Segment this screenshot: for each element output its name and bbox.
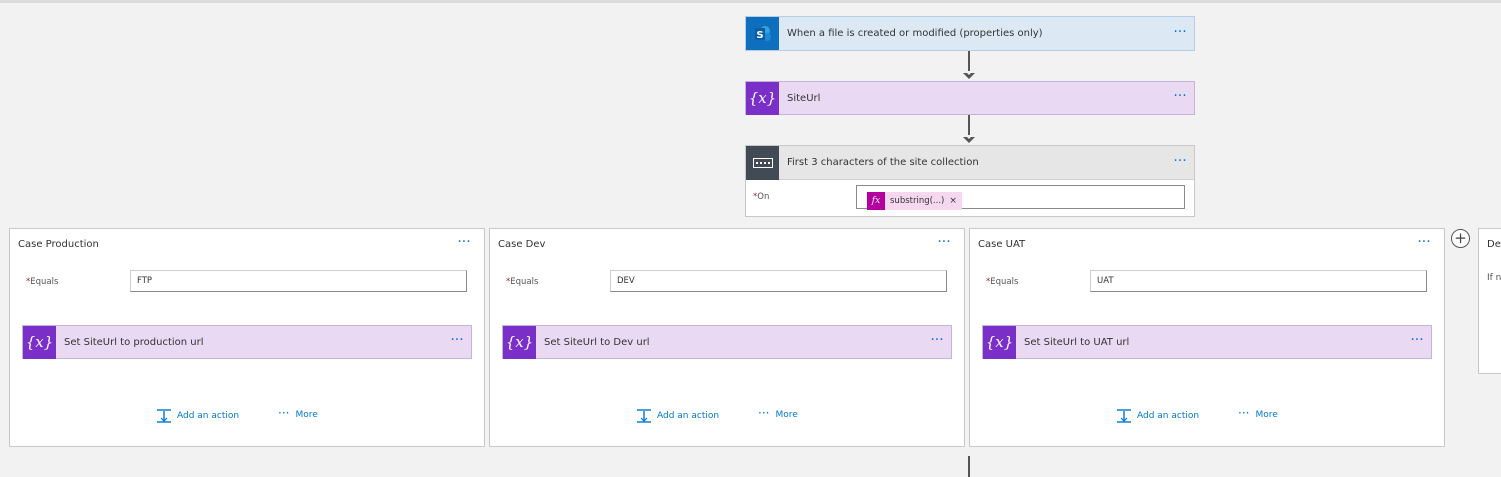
- variable-icon: {x}: [746, 81, 779, 115]
- default-case-title: Def: [1487, 239, 1501, 250]
- equals-label: *Equals: [986, 277, 1018, 287]
- on-label-text: On: [757, 192, 770, 202]
- more-label: More: [775, 409, 798, 420]
- more-label: More: [1255, 409, 1278, 420]
- add-action-button[interactable]: Add an action: [636, 409, 719, 423]
- add-action-label: Add an action: [657, 411, 720, 421]
- more-label: More: [295, 409, 318, 420]
- siteurl-card[interactable]: {x} SiteUrl ···: [745, 81, 1195, 115]
- variable-icon: {x}: [23, 325, 56, 359]
- equals-label-text: Equals: [30, 277, 59, 287]
- variable-symbol: {x}: [985, 333, 1014, 351]
- set-variable-action[interactable]: {x} Set SiteUrl to Dev url ···: [502, 325, 952, 359]
- case-title: Case UAT: [978, 239, 1026, 250]
- add-action-icon: [157, 409, 171, 423]
- variable-symbol: {x}: [505, 333, 534, 351]
- add-action-label: Add an action: [1137, 411, 1200, 421]
- default-case-card[interactable]: Def If n: [1478, 228, 1501, 374]
- siteurl-title: SiteUrl: [787, 92, 821, 104]
- switch-header: First 3 characters of the site collectio…: [746, 145, 1194, 180]
- trigger-card[interactable]: S When a file is created or modified (pr…: [745, 16, 1195, 51]
- svg-text:S: S: [756, 30, 763, 41]
- action-more-button[interactable]: ···: [923, 333, 951, 349]
- set-variable-action[interactable]: {x} Set SiteUrl to production url ···: [22, 325, 472, 359]
- variable-icon: {x}: [503, 325, 536, 359]
- switch-more-button[interactable]: ···: [1166, 154, 1194, 170]
- switch-icon: [746, 145, 779, 180]
- action-more-button[interactable]: ···: [443, 333, 471, 349]
- more-button[interactable]: ··· More: [758, 406, 798, 420]
- switch-card[interactable]: First 3 characters of the site collectio…: [745, 145, 1195, 217]
- variable-symbol: {x}: [748, 89, 777, 107]
- set-variable-action[interactable]: {x} Set SiteUrl to UAT url ···: [982, 325, 1432, 359]
- add-action-icon: [1117, 409, 1131, 423]
- connector-arrowhead: [963, 71, 975, 79]
- top-border: [0, 0, 1501, 3]
- expression-token[interactable]: fx substring(...) ×: [867, 192, 962, 210]
- case-title: Case Production: [18, 239, 99, 250]
- equals-label: *Equals: [506, 277, 538, 287]
- case-more-button[interactable]: ···: [930, 235, 958, 251]
- bottom-connector-line: [968, 456, 970, 477]
- case-uat-card[interactable]: Case UAT ··· *Equals UAT {x} Set SiteUrl…: [969, 228, 1445, 447]
- equals-label: *Equals: [26, 277, 58, 287]
- trigger-more-button[interactable]: ···: [1166, 25, 1194, 41]
- default-case-subtitle: If n: [1487, 273, 1501, 283]
- trigger-title: When a file is created or modified (prop…: [787, 28, 1043, 39]
- action-more-button[interactable]: ···: [1403, 333, 1431, 349]
- add-case-button[interactable]: +: [1451, 229, 1470, 248]
- equals-input[interactable]: FTP: [130, 270, 467, 292]
- switch-title: First 3 characters of the site collectio…: [787, 157, 979, 168]
- action-title: Set SiteUrl to Dev url: [544, 336, 650, 348]
- siteurl-more-button[interactable]: ···: [1166, 89, 1194, 105]
- more-dots-icon: ···: [1238, 406, 1250, 420]
- more-button[interactable]: ··· More: [1238, 406, 1278, 420]
- expression-text: substring(...): [890, 196, 945, 206]
- more-button[interactable]: ··· More: [278, 406, 318, 420]
- case-production-card[interactable]: Case Production ··· *Equals FTP {x} Set …: [9, 228, 485, 447]
- remove-token-icon[interactable]: ×: [949, 196, 962, 206]
- variable-icon: {x}: [983, 325, 1016, 359]
- switch-on-row: *On fx substring(...) ×: [746, 180, 1194, 217]
- add-action-label: Add an action: [177, 411, 240, 421]
- expression-icon: fx: [867, 192, 885, 210]
- equals-label-text: Equals: [510, 277, 539, 287]
- on-input[interactable]: fx substring(...) ×: [856, 185, 1185, 210]
- action-title: Set SiteUrl to production url: [64, 336, 204, 348]
- equals-input[interactable]: UAT: [1090, 270, 1427, 292]
- equals-input[interactable]: DEV: [610, 270, 947, 292]
- add-action-icon: [637, 409, 651, 423]
- case-more-button[interactable]: ···: [1410, 235, 1438, 251]
- variable-symbol: {x}: [25, 333, 54, 351]
- more-dots-icon: ···: [278, 406, 290, 420]
- on-label: *On: [753, 192, 769, 202]
- action-title: Set SiteUrl to UAT url: [1024, 336, 1130, 348]
- case-dev-card[interactable]: Case Dev ··· *Equals DEV {x} Set SiteUrl…: [489, 228, 965, 447]
- case-title: Case Dev: [498, 239, 546, 250]
- more-dots-icon: ···: [758, 406, 770, 420]
- sharepoint-icon: S: [746, 17, 779, 50]
- case-more-button[interactable]: ···: [450, 235, 478, 251]
- add-action-button[interactable]: Add an action: [156, 409, 239, 423]
- add-action-button[interactable]: Add an action: [1116, 409, 1199, 423]
- equals-label-text: Equals: [990, 277, 1019, 287]
- connector-arrowhead: [963, 135, 975, 143]
